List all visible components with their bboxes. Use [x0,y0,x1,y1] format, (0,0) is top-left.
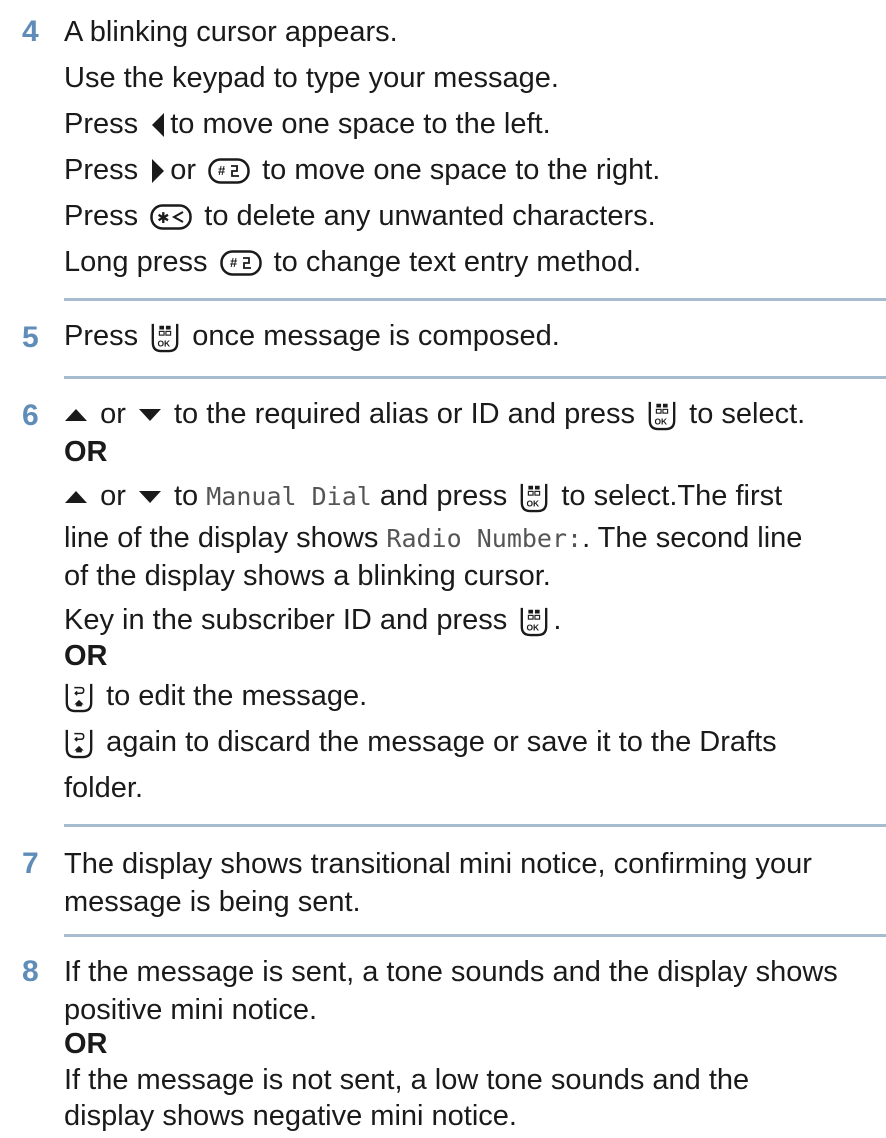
step-text: Use the keypad to type your message. [64,62,559,94]
divider [64,824,886,827]
step-text: The display shows transitional mini noti… [64,848,812,880]
step-text: Press to delete any unwanted characters. [64,196,656,236]
text: line of the display shows [64,522,379,554]
text: Press [64,154,139,186]
text: Press [64,320,139,352]
display-text: Radio Number: [386,524,583,553]
text: to [173,480,199,512]
or-label: OR [64,436,108,468]
back-home-key-icon [64,681,94,713]
text: Long press [64,246,208,278]
hash-key-icon [220,250,262,276]
step-text: Long press to change text entry method. [64,242,641,282]
text: Press [64,200,139,232]
text: to move one space to the left. [170,108,551,140]
text: or [170,154,196,186]
down-arrow-icon [138,490,162,504]
text: to delete any unwanted characters. [204,200,656,232]
step-text: or to Manual Dial and press to select.Th… [64,476,782,517]
step-text: Press or to move one space to the right. [64,150,660,190]
left-arrow-icon [150,112,166,138]
ok-key-icon [647,399,677,431]
text: or [100,480,126,512]
step-number: 8 [22,955,39,988]
step-text: If the message is not sent, a low tone s… [64,1064,750,1096]
right-arrow-icon [150,158,166,184]
text: or [100,398,126,430]
hash-key-icon [208,158,250,184]
text: to edit the message. [106,680,368,712]
step-number: 6 [22,399,39,432]
ok-key-icon [150,321,180,353]
text: to the required alias or ID and press [173,398,636,430]
up-arrow-icon [64,490,88,504]
down-arrow-icon [138,408,162,422]
back-home-key-icon [64,727,94,759]
step-text: Key in the subscriber ID and press . [64,600,561,640]
text: to change text entry method. [273,246,642,278]
text: Key in the subscriber ID and press [64,604,508,636]
or-label: OR [64,640,108,672]
star-key-icon [150,204,192,230]
text: to select.The first [561,480,783,512]
step-text: A blinking cursor appears. [64,16,398,48]
ok-key-icon [519,605,549,637]
step-text: of the display shows a blinking cursor. [64,560,551,592]
step-text: message is being sent. [64,886,361,918]
text: and press [379,480,508,512]
ok-key-icon [519,481,549,513]
step-text: folder. [64,772,143,804]
step-text: Press to move one space to the left. [64,104,551,144]
step-text: Press once message is composed. [64,316,560,356]
text: to move one space to the right. [262,154,661,186]
up-arrow-icon [64,408,88,422]
divider [64,934,886,937]
step-text: If the message is sent, a tone sounds an… [64,956,838,988]
text: again to discard the message or save it … [106,726,777,758]
step-text: again to discard the message or save it … [64,722,777,762]
step-text: or to the required alias or ID and press… [64,394,805,434]
divider [64,298,886,301]
menu-item-text: Manual Dial [206,482,372,511]
text: . [553,604,562,636]
text: once message is composed. [192,320,560,352]
or-label: OR [64,1028,108,1060]
text: to select. [689,398,806,430]
step-number: 5 [22,321,39,354]
text: Press [64,108,139,140]
divider [64,376,886,379]
step-text: to edit the message. [64,676,367,716]
step-text: display shows negative mini notice. [64,1100,517,1132]
text: . The second line [582,522,803,554]
step-number: 4 [22,15,39,48]
step-number: 7 [22,847,39,880]
step-text: line of the display shows Radio Number:.… [64,518,802,559]
